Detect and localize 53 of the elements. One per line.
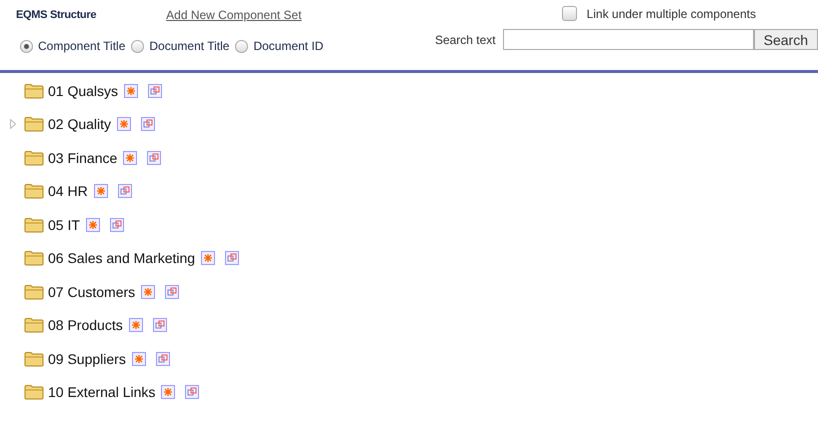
copy-icon[interactable] <box>225 251 240 266</box>
folder-icon <box>24 82 44 99</box>
asterisk-icon[interactable] <box>128 318 143 332</box>
search-label: Search text <box>434 32 496 46</box>
tree-node-label[interactable]: 10 External Links <box>48 384 156 400</box>
asterisk-icon[interactable] <box>86 218 100 232</box>
radio-label[interactable]: Component Title <box>38 39 126 53</box>
asterisk-icon[interactable] <box>123 150 138 165</box>
asterisk-icon[interactable] <box>161 385 176 400</box>
copy-icon[interactable] <box>156 352 170 366</box>
folder-icon <box>24 317 44 334</box>
search-button[interactable]: Search <box>754 29 818 50</box>
folder-icon <box>24 350 44 367</box>
folder-icon <box>24 250 44 266</box>
asterisk-icon[interactable] <box>117 117 132 132</box>
radio-label[interactable]: Document Title <box>149 39 230 53</box>
folder-icon <box>24 216 44 233</box>
folder-icon <box>24 116 44 132</box>
asterisk-icon[interactable] <box>141 284 156 299</box>
search-field[interactable] <box>502 29 754 50</box>
radio-label[interactable]: Document ID <box>253 39 324 53</box>
radio-button[interactable] <box>235 40 248 52</box>
asterisk-icon[interactable] <box>124 84 138 98</box>
copy-icon[interactable] <box>185 385 200 400</box>
copy-icon[interactable] <box>110 218 124 232</box>
tree-node-label[interactable]: 01 Qualsys <box>48 82 118 99</box>
add-component-set-link[interactable]: Add New Component Set <box>166 8 302 22</box>
radio-button[interactable] <box>131 40 144 52</box>
tree-node-label[interactable]: 08 Products <box>48 317 123 334</box>
folder-icon <box>24 183 44 200</box>
asterisk-icon[interactable] <box>132 352 146 366</box>
copy-icon[interactable] <box>148 84 162 98</box>
folder-icon <box>24 150 44 166</box>
copy-icon[interactable] <box>165 284 180 299</box>
tree-node-label[interactable]: 09 Suppliers <box>48 350 126 367</box>
copy-icon[interactable] <box>152 318 167 332</box>
radio-button[interactable] <box>20 40 33 52</box>
tree-node-label[interactable]: 06 Sales and Marketing <box>48 250 196 266</box>
folder-icon <box>24 384 44 400</box>
expand-arrow-icon[interactable] <box>10 119 16 130</box>
asterisk-icon[interactable] <box>201 251 216 266</box>
tree-node-label[interactable]: 02 Quality <box>48 116 112 132</box>
tree-node-label[interactable]: 05 IT <box>48 216 80 233</box>
tree-node-label[interactable]: 04 HR <box>48 183 88 200</box>
copy-icon[interactable] <box>147 150 162 165</box>
copy-icon[interactable] <box>118 184 132 198</box>
tree-node-label[interactable]: 07 Customers <box>48 284 136 300</box>
link-multiple-checkbox[interactable]: Link under multiple components <box>562 6 756 21</box>
copy-icon[interactable] <box>141 117 156 132</box>
tree-node-label[interactable]: 03 Finance <box>48 150 118 166</box>
folder-icon <box>24 284 44 300</box>
page-title: EQMS Structure <box>16 9 96 21</box>
asterisk-icon[interactable] <box>94 184 108 198</box>
